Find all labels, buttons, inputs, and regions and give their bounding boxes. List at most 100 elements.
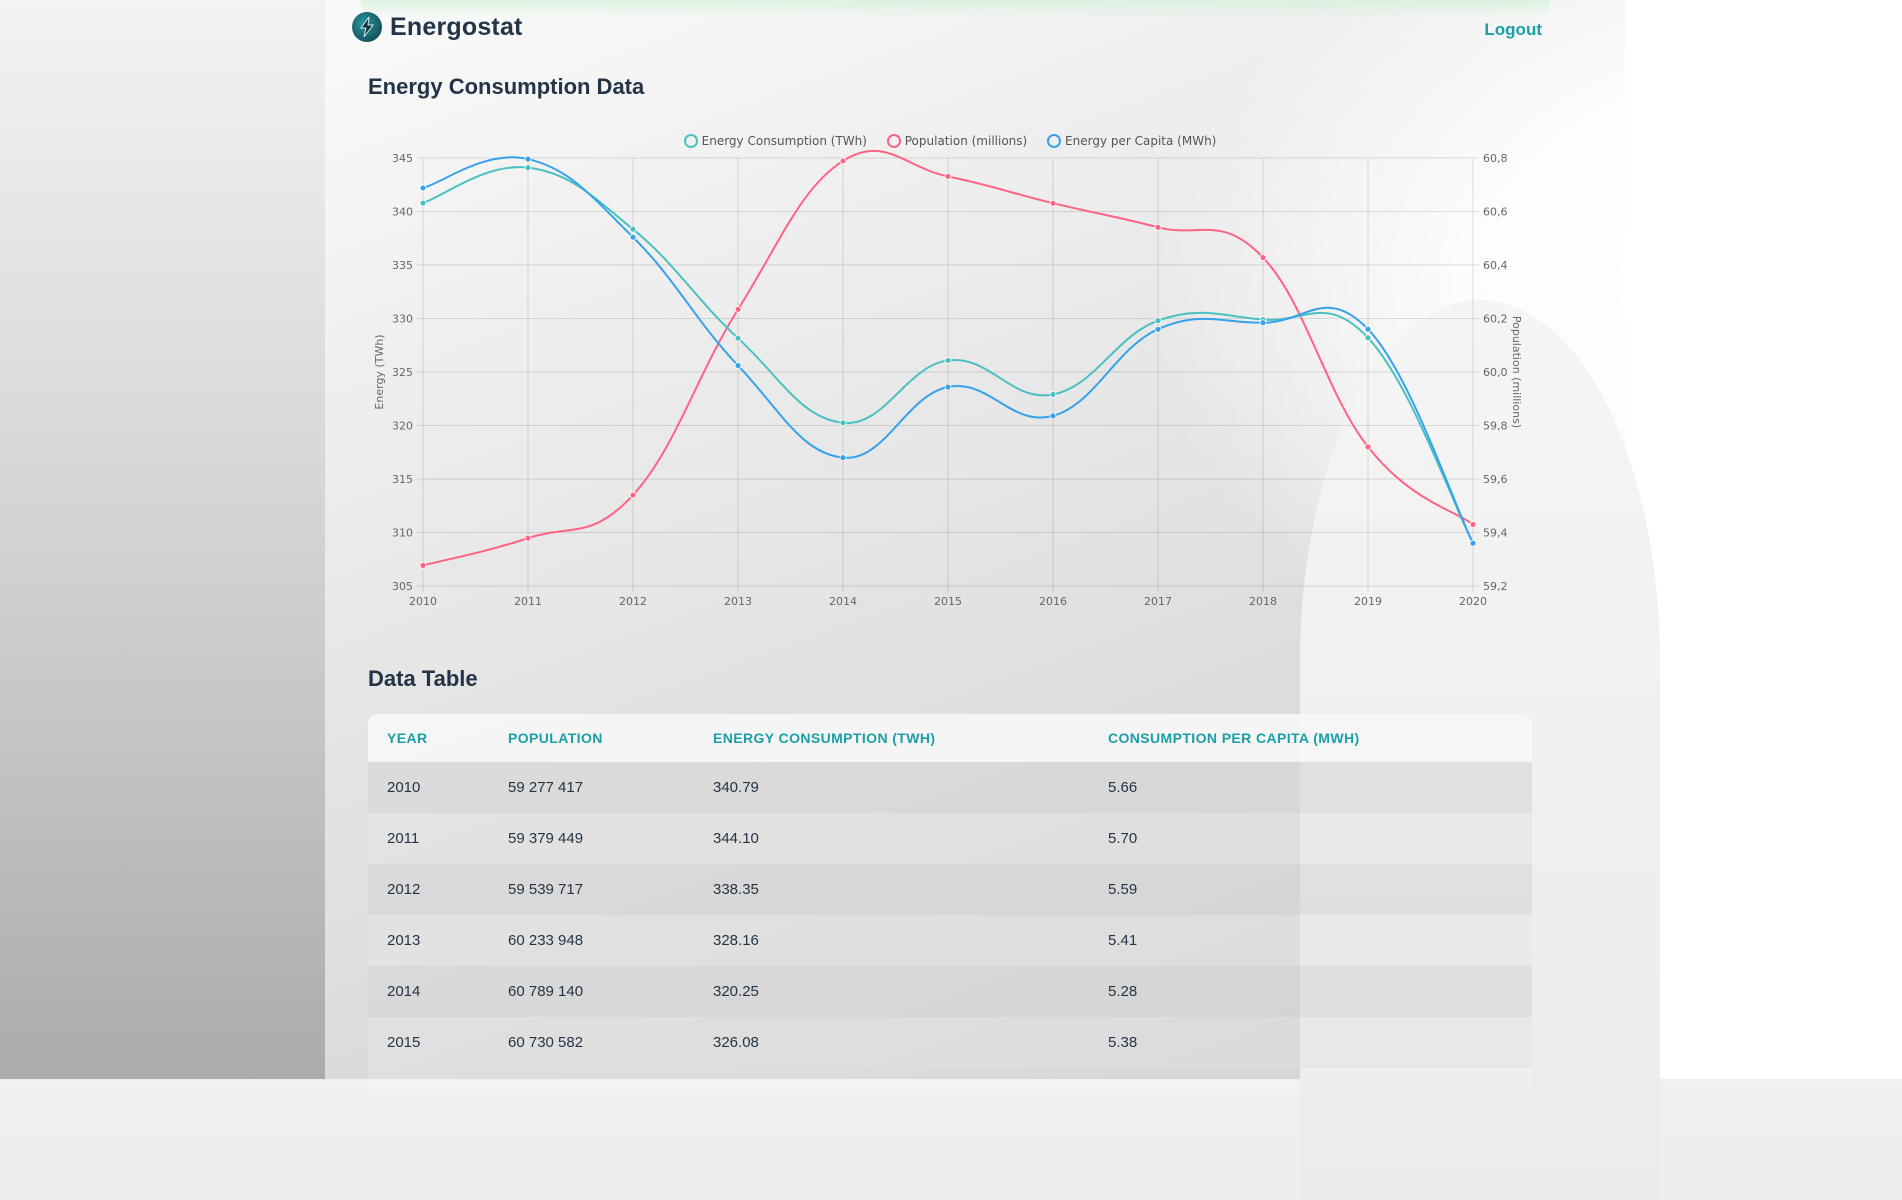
table-row: 2014 60 789 140 320.25 5.28 xyxy=(368,966,1532,1017)
data-point-per-capita xyxy=(524,155,532,163)
cell-population: 59 277 417 xyxy=(508,779,584,796)
data-point-per-capita xyxy=(944,383,952,391)
energy-chart: Energy Consumption (TWh) Population (mil… xyxy=(360,120,1540,620)
x-tick-label: 2010 xyxy=(409,595,437,608)
y-tick-label-left: 330 xyxy=(392,313,413,326)
table-row: 2011 59 379 449 344.10 5.70 xyxy=(368,813,1532,864)
y-tick-label-right: 59,2 xyxy=(1483,580,1508,593)
data-point-per-capita xyxy=(1364,325,1372,333)
cell-energy: 344.10 xyxy=(713,830,759,847)
y-tick-label-right: 60,0 xyxy=(1483,366,1508,379)
cell-year: 2014 xyxy=(387,983,421,1000)
x-tick-label: 2015 xyxy=(934,595,962,608)
data-point-population xyxy=(629,491,637,499)
x-tick-label: 2013 xyxy=(724,595,752,608)
cell-year: 2013 xyxy=(387,932,421,949)
brand-name: Energostat xyxy=(390,12,523,41)
data-point-per-capita xyxy=(629,233,637,241)
cell-population: 60 233 948 xyxy=(508,932,584,949)
y-tick-label-left: 315 xyxy=(392,473,413,486)
data-point-population xyxy=(1469,521,1477,528)
y-axis-title-left: Energy (TWh) xyxy=(373,334,386,409)
x-tick-label: 2019 xyxy=(1354,595,1382,608)
table-row: 2015 60 730 582 326.08 5.38 xyxy=(368,1017,1532,1068)
table-section-title: Data Table xyxy=(368,666,478,691)
x-tick-label: 2011 xyxy=(514,595,542,608)
x-tick-label: 2012 xyxy=(619,595,647,608)
data-point-population xyxy=(1154,223,1162,231)
cell-per-capita: 5.38 xyxy=(1108,1034,1138,1051)
cell-per-capita: 5.41 xyxy=(1108,932,1138,949)
app-header: Energostat Logout xyxy=(352,10,1542,50)
cell-energy: 326.08 xyxy=(713,1034,759,1051)
data-point-population xyxy=(1259,254,1267,261)
logout-link[interactable]: Logout xyxy=(1484,20,1542,40)
data-point-per-capita xyxy=(1259,319,1267,327)
x-tick-label: 2018 xyxy=(1249,595,1277,608)
cell-population: 59 539 717 xyxy=(508,881,584,898)
data-point-energy xyxy=(944,357,952,364)
data-point-population xyxy=(839,157,847,165)
table-row: 2012 59 539 717 338.35 5.59 xyxy=(368,864,1532,915)
y-tick-label-right: 59,6 xyxy=(1483,473,1508,486)
x-tick-label: 2016 xyxy=(1039,595,1067,608)
data-point-population xyxy=(944,173,952,180)
table-header-row: Year Population Energy Consumption (TWh)… xyxy=(368,714,1532,762)
data-point-energy xyxy=(839,419,847,427)
data-point-population xyxy=(1364,443,1372,451)
chart-plot: 345 60,8 340 60,6 335 60,4 330 60,2 325 60,0 320 59… xyxy=(373,149,1523,608)
y-tick-label-left: 325 xyxy=(392,366,413,379)
y-tick-label-left: 345 xyxy=(392,152,413,165)
cell-energy: 340.79 xyxy=(713,779,759,796)
cell-energy: 338.35 xyxy=(713,881,759,898)
cell-population: 60 789 140 xyxy=(508,983,584,1000)
data-point-per-capita xyxy=(839,454,847,462)
header-population[interactable]: Population xyxy=(489,714,694,762)
y-tick-label-right: 59,4 xyxy=(1483,527,1508,540)
y-tick-label-right: 60,6 xyxy=(1483,206,1508,219)
cell-per-capita: 5.66 xyxy=(1108,779,1138,796)
data-point-per-capita xyxy=(1469,539,1477,547)
data-point-per-capita xyxy=(734,362,742,369)
data-point-energy xyxy=(419,199,427,207)
data-point-population xyxy=(1049,199,1057,207)
cell-per-capita: 5.28 xyxy=(1108,983,1138,1000)
header-consumption-per-capita[interactable]: Consumption per Capita (MWh) xyxy=(1089,714,1532,762)
header-energy-consumption[interactable]: Energy Consumption (TWh) xyxy=(694,714,1089,762)
brand[interactable]: Energostat xyxy=(352,12,523,42)
y-tick-label-left: 305 xyxy=(392,580,413,593)
page-background-right xyxy=(1625,0,1902,1079)
data-point-per-capita xyxy=(419,184,427,192)
data-table-card: Year Population Energy Consumption (TWh)… xyxy=(368,714,1532,1094)
y-tick-label-right: 60,8 xyxy=(1483,152,1508,165)
y-tick-label-left: 335 xyxy=(392,259,413,272)
data-point-per-capita xyxy=(1049,412,1057,420)
y-tick-label-left: 340 xyxy=(392,206,413,219)
cell-per-capita: 5.70 xyxy=(1108,830,1138,847)
chart-section-title: Energy Consumption Data xyxy=(368,74,645,99)
table-row: 2013 60 233 948 328.16 5.41 xyxy=(368,915,1532,966)
data-point-population xyxy=(524,534,532,542)
y-tick-label-right: 60,2 xyxy=(1483,313,1508,326)
data-point-energy xyxy=(1049,391,1057,398)
y-axis-title-right: Population (millions) xyxy=(1510,316,1523,428)
data-table: Year Population Energy Consumption (TWh)… xyxy=(368,714,1532,1068)
y-tick-label-right: 60,4 xyxy=(1483,259,1508,272)
cell-year: 2011 xyxy=(387,830,420,847)
header-year[interactable]: Year xyxy=(368,714,489,762)
data-point-energy xyxy=(734,334,742,342)
cell-population: 60 730 582 xyxy=(508,1034,584,1051)
cell-population: 59 379 449 xyxy=(508,830,584,847)
data-point-energy xyxy=(629,225,637,233)
cell-year: 2012 xyxy=(387,881,421,898)
y-tick-label-left: 310 xyxy=(392,527,413,540)
data-point-energy xyxy=(524,164,532,172)
cell-year: 2015 xyxy=(387,1034,421,1051)
x-tick-label: 2017 xyxy=(1144,595,1172,608)
y-tick-label-right: 59,8 xyxy=(1483,420,1508,433)
x-tick-label: 2014 xyxy=(829,595,857,608)
y-tick-label-left: 320 xyxy=(392,420,413,433)
cell-year: 2010 xyxy=(387,779,421,796)
table-row: 2010 59 277 417 340.79 5.66 xyxy=(368,762,1532,813)
data-point-energy xyxy=(1154,317,1162,325)
